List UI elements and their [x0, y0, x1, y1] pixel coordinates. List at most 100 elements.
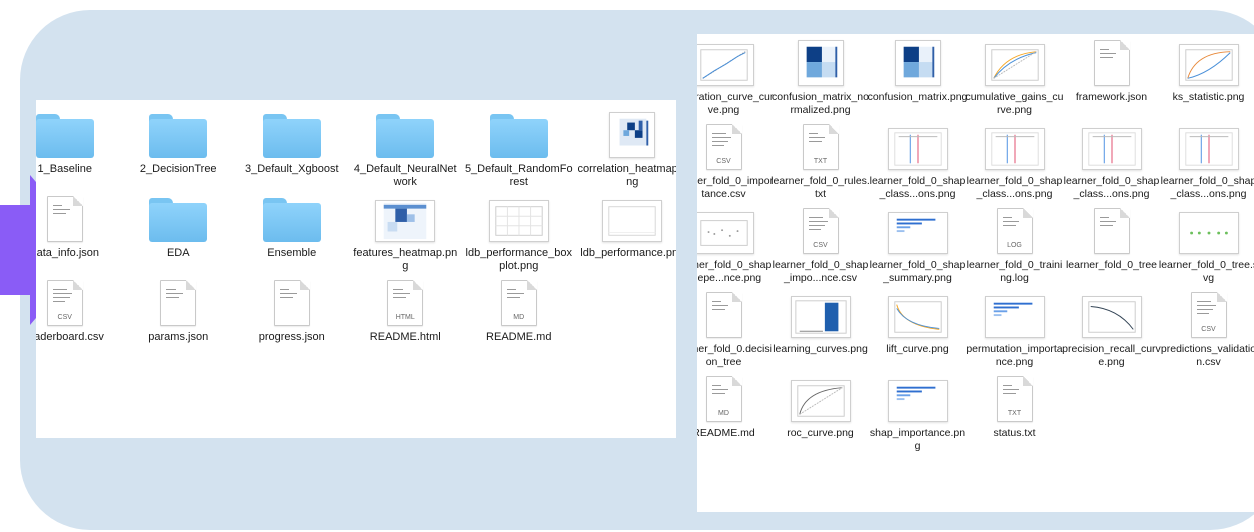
file-item[interactable]: shap_importance.png [869, 372, 966, 456]
document-icon: MD [705, 376, 742, 422]
file-item[interactable]: confusion_matrix_normalized.png [772, 36, 869, 120]
document-icon [705, 292, 742, 338]
file-name-label: params.json [148, 331, 209, 343]
image-thumbnail-icon [1081, 296, 1142, 338]
image-thumbnail-icon [790, 380, 851, 422]
file-name-label: status.txt [993, 427, 1036, 439]
file-item[interactable]: learner_fold_0_tree [1063, 204, 1160, 288]
file-name-label: 1_Baseline [37, 163, 92, 175]
file-name-label: lift_curve.png [886, 343, 949, 355]
folder-item[interactable]: 2_DecisionTree [122, 108, 236, 192]
file-name-label: learner_fold_0_tree.svg [1158, 259, 1254, 284]
file-item[interactable]: framework.json [1063, 36, 1160, 120]
file-name-label: learner_fold_0_training.log [966, 259, 1063, 284]
file-name-label: roc_curve.png [787, 427, 854, 439]
folder-icon [262, 114, 321, 158]
file-name-label: data_info.json [36, 247, 99, 259]
document-icon: LOG [996, 208, 1033, 254]
file-item[interactable]: lift_curve.png [869, 288, 966, 372]
folder-icon [149, 198, 208, 242]
file-item[interactable]: HTML README.html [349, 276, 463, 360]
file-name-label: learner_fold_0_tree [1065, 259, 1158, 271]
finder-window-model-folder: calibration_curve_curve.png confusion_ma… [697, 34, 1254, 512]
file-name-label: learner_fold_0_shap_class...ons.png [1160, 175, 1254, 200]
file-item[interactable]: params.json [122, 276, 236, 360]
file-item[interactable]: TXT learner_fold_0_rules.txt [771, 120, 870, 204]
csv-file-icon: CSV [46, 280, 83, 326]
folder-item[interactable]: EDA [122, 192, 236, 276]
file-item[interactable]: ldb_performance_boxplot.png [462, 192, 576, 276]
file-name-label: 3_Default_Xgboost [244, 163, 339, 175]
finder-window-results: 1_Baseline 2_DecisionTree 3_Default_Xgbo… [36, 100, 676, 438]
file-name-label: EDA [166, 247, 190, 259]
file-name-label: confusion_matrix.png [867, 91, 968, 103]
file-item[interactable]: MD README.md [697, 372, 772, 456]
image-thumbnail-icon [609, 112, 656, 158]
file-item[interactable]: ldb_performance.png [576, 192, 676, 276]
image-thumbnail-icon [887, 212, 948, 254]
image-thumbnail-icon [984, 296, 1045, 338]
file-name-label: ldb_performance.png [580, 247, 676, 259]
folder-item[interactable]: 3_Default_Xgboost [235, 108, 349, 192]
file-item[interactable]: LOG learner_fold_0_training.log [966, 204, 1063, 288]
folder-item[interactable]: 5_Default_RandomForest [462, 108, 576, 192]
image-thumbnail-icon [697, 212, 754, 254]
document-icon: MD [500, 280, 537, 326]
csv-file-icon: CSV [705, 124, 742, 170]
file-name-label: Ensemble [267, 247, 317, 259]
file-grid: 1_Baseline 2_DecisionTree 3_Default_Xgbo… [36, 108, 676, 360]
document-icon: HTML [387, 280, 424, 326]
image-thumbnail-icon [887, 380, 948, 422]
file-item[interactable]: learner_fold_0_tree.svg [1158, 204, 1254, 288]
csv-file-icon: CSV [802, 208, 839, 254]
file-name-label: cumulative_gains_curve.png [965, 91, 1064, 116]
document-icon: TXT [802, 124, 839, 170]
file-item[interactable]: TXT status.txt [966, 372, 1063, 456]
file-name-label: progress.json [258, 331, 325, 343]
document-icon [273, 280, 310, 326]
file-item[interactable]: roc_curve.png [772, 372, 869, 456]
file-name-label: 2_DecisionTree [139, 163, 217, 175]
image-thumbnail-icon [1178, 128, 1239, 170]
file-item[interactable]: calibration_curve_curve.png [697, 36, 774, 120]
file-item[interactable]: confusion_matrix.png [867, 36, 968, 120]
file-item[interactable]: learner_fold_0_shap_class...ons.png [869, 120, 966, 204]
file-name-label: permutation_importance.png [966, 343, 1063, 368]
file-name-label: README.md [486, 331, 552, 343]
file-item[interactable]: learner_fold_0_shap_class...ons.png [1063, 120, 1160, 204]
file-name-label: shap_importance.png [869, 427, 966, 452]
csv-file-icon: CSV [1190, 292, 1227, 338]
file-item[interactable]: correlation_heatmap.png [576, 108, 676, 192]
file-item[interactable]: ks_statistic.png [1160, 36, 1254, 120]
file-item[interactable]: precision_recall_curve.png [1062, 288, 1161, 372]
file-item[interactable]: data_info.json [36, 192, 122, 276]
file-item[interactable]: learner_fold_0_shap_class...ons.png [1160, 120, 1254, 204]
file-item[interactable]: cumulative_gains_curve.png [965, 36, 1064, 120]
file-item[interactable]: MD README.md [462, 276, 576, 360]
file-item[interactable]: permutation_importance.png [966, 288, 1063, 372]
file-item[interactable]: CSV learner_fold_0_importance.csv [697, 120, 773, 204]
image-thumbnail-icon [488, 200, 549, 242]
file-item[interactable]: CSV learner_fold_0_shap_impo...nce.csv [772, 204, 869, 288]
file-name-label: confusion_matrix_normalized.png [772, 91, 869, 116]
file-item[interactable]: CSV leaderboard.csv [36, 276, 122, 360]
folder-icon [262, 198, 321, 242]
file-item[interactable]: learning_curves.png [772, 288, 869, 372]
folder-item[interactable]: Ensemble [235, 192, 349, 276]
file-item[interactable]: features_heatmap.png [349, 192, 463, 276]
image-thumbnail-icon [797, 40, 844, 86]
folder-icon [149, 114, 208, 158]
folder-item[interactable]: 4_Default_NeuralNetwork [349, 108, 463, 192]
file-item[interactable]: learner_fold_0_shap_depe...nce.png [697, 204, 772, 288]
image-thumbnail-icon [984, 44, 1045, 86]
file-item[interactable]: learner_fold_0_shap_class...ons.png [966, 120, 1063, 204]
folder-item[interactable]: 1_Baseline [36, 108, 122, 192]
file-item[interactable]: learner_fold_0.decision_tree [697, 288, 772, 372]
file-item[interactable]: learner_fold_0_shap_summary.png [869, 204, 966, 288]
image-thumbnail-icon [602, 200, 663, 242]
image-thumbnail-icon [790, 296, 851, 338]
file-name-label: calibration_curve_curve.png [697, 91, 774, 116]
file-item[interactable]: CSV predictions_validation.csv [1160, 288, 1254, 372]
file-item[interactable]: progress.json [235, 276, 349, 360]
file-name-label: ks_statistic.png [1172, 91, 1245, 103]
